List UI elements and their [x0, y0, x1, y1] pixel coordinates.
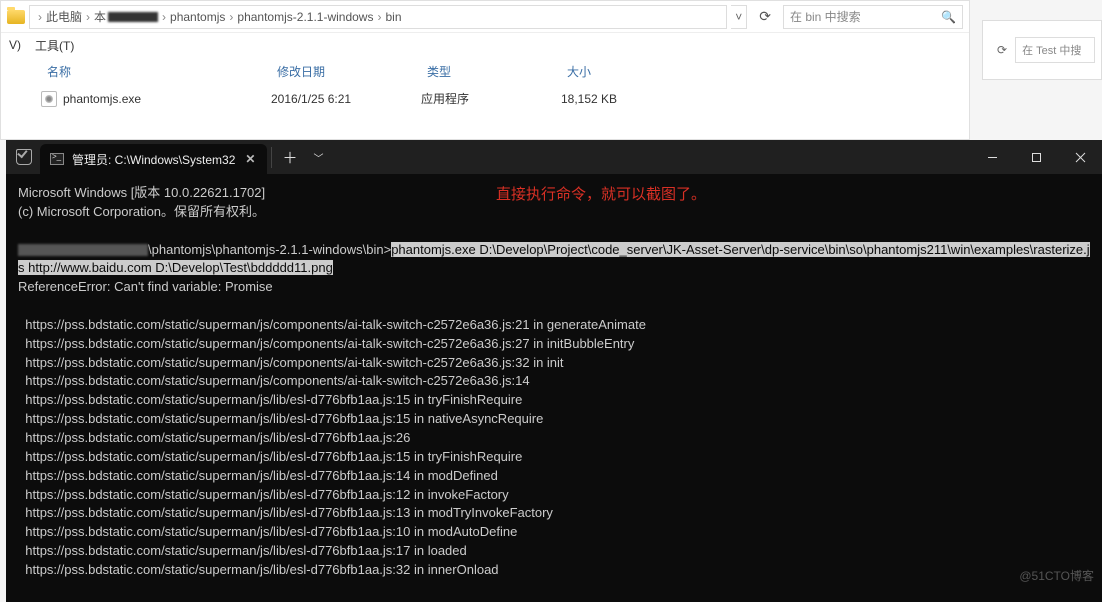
col-type[interactable]: 类型 — [421, 59, 561, 84]
terminal-body[interactable]: 直接执行命令，就可以截图了。 Microsoft Windows [版本 10.0… — [6, 174, 1102, 590]
error-line: ReferenceError: Can't find variable: Pro… — [18, 279, 273, 294]
column-headers: 名称 修改日期 类型 大小 — [1, 57, 969, 84]
crumb[interactable]: bin — [385, 10, 401, 24]
menu-view[interactable]: V) — [9, 38, 21, 52]
col-date[interactable]: 修改日期 — [271, 59, 421, 84]
cmd-icon — [50, 153, 64, 165]
refresh-icon[interactable]: ⟳ — [751, 8, 779, 25]
address-bar: › 此电脑› 本› phantomjs› phantomjs-2.1.1-win… — [1, 1, 969, 33]
banner-line: (c) Microsoft Corporation。保留所有权利。 — [18, 204, 265, 219]
file-date: 2016/1/25 6:21 — [271, 92, 421, 106]
stack-trace: https://pss.bdstatic.com/static/superman… — [18, 317, 646, 577]
menu-bar: V) 工具(T) — [1, 33, 969, 57]
new-tab-button[interactable]: ＋ — [271, 147, 307, 168]
watermark: @51CTO博客 — [1019, 568, 1094, 585]
search-placeholder: 在 bin 中搜索 — [790, 8, 861, 25]
tab-title: 管理员: C:\Windows\System32 — [72, 151, 235, 168]
terminal-tab[interactable]: 管理员: C:\Windows\System32 ✕ — [40, 144, 267, 174]
terminal-tabbar: 管理员: C:\Windows\System32 ✕ ＋ ﹀ — [6, 140, 1102, 174]
file-size: 18,152 KB — [561, 92, 681, 106]
file-type: 应用程序 — [421, 90, 561, 107]
tab-dropdown[interactable]: ﹀ — [307, 150, 329, 165]
col-size[interactable]: 大小 — [561, 59, 681, 84]
col-name[interactable]: 名称 — [41, 59, 271, 84]
address-dropdown[interactable]: ˅ — [731, 5, 747, 29]
menu-tools[interactable]: 工具(T) — [35, 37, 74, 54]
crumb[interactable]: 本 — [94, 8, 106, 25]
bg-search-input[interactable]: 在 Test 中搜 — [1015, 37, 1095, 63]
terminal-window: 管理员: C:\Windows\System32 ✕ ＋ ﹀ 直接执行命令，就可… — [6, 140, 1102, 602]
folder-icon — [7, 10, 25, 24]
background-window: ⟳ 在 Test 中搜 — [982, 20, 1102, 80]
file-name: phantomjs.exe — [63, 92, 141, 106]
minimize-button[interactable] — [970, 140, 1014, 174]
redacted — [18, 244, 148, 256]
crumb[interactable]: phantomjs-2.1.1-windows — [237, 10, 373, 24]
window-buttons — [970, 140, 1102, 174]
app-icon — [41, 91, 57, 107]
breadcrumb[interactable]: › 此电脑› 本› phantomjs› phantomjs-2.1.1-win… — [29, 5, 727, 29]
file-row[interactable]: phantomjs.exe 2016/1/25 6:21 应用程序 18,152… — [1, 84, 969, 107]
crumb[interactable]: phantomjs — [170, 10, 225, 24]
search-input[interactable]: 在 bin 中搜索 🔍 — [783, 5, 963, 29]
refresh-icon[interactable]: ⟳ — [989, 43, 1015, 57]
crumb[interactable]: 此电脑 — [46, 8, 82, 25]
explorer-window: › 此电脑› 本› phantomjs› phantomjs-2.1.1-win… — [0, 0, 970, 140]
banner-line: Microsoft Windows [版本 10.0.22621.1702] — [18, 185, 265, 200]
close-icon[interactable]: ✕ — [243, 152, 257, 166]
annotation-text: 直接执行命令，就可以截图了。 — [496, 184, 706, 206]
shield-icon — [16, 149, 32, 165]
close-button[interactable] — [1058, 140, 1102, 174]
search-icon: 🔍 — [941, 10, 956, 24]
maximize-button[interactable] — [1014, 140, 1058, 174]
